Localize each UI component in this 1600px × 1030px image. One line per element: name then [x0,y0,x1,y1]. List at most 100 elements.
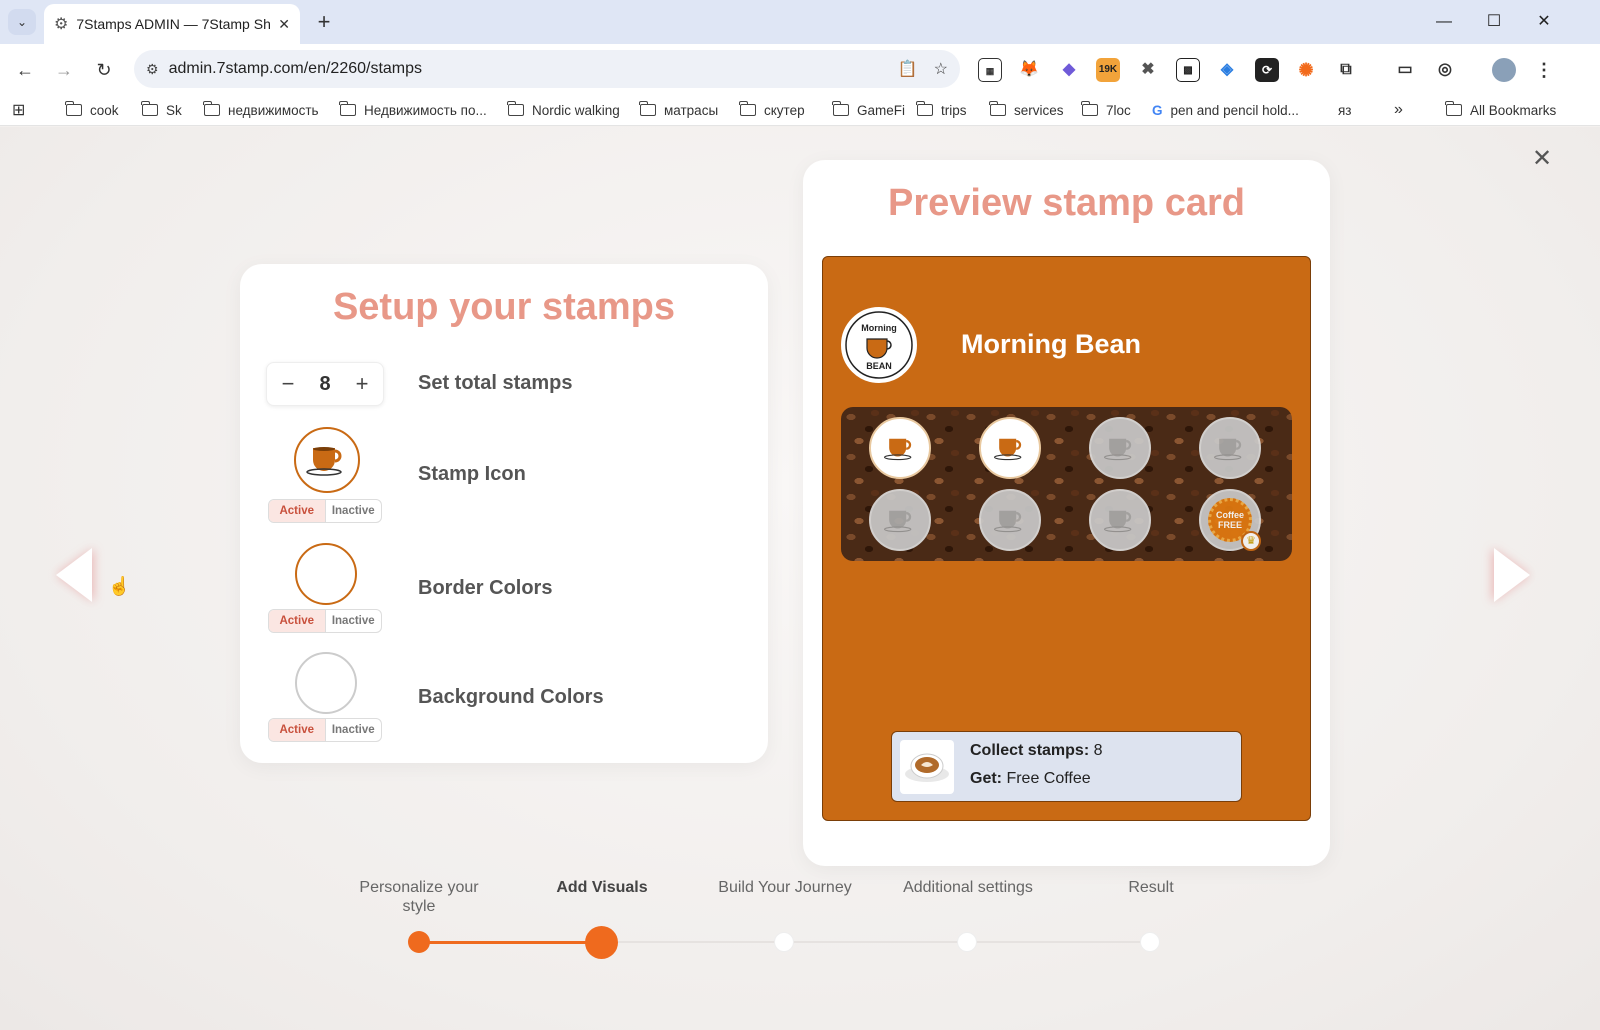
progress-track-completed [419,941,602,944]
stamp-icon-toggle[interactable]: Active Inactive [268,499,382,523]
background-color-swatch[interactable] [295,652,357,714]
screenshot-icon[interactable]: ◎ [1433,58,1457,82]
step-dot-current[interactable] [585,926,618,959]
folder-icon [639,101,656,116]
bookmark-folder[interactable]: скутер [739,100,805,120]
step-dot-completed[interactable] [408,931,430,953]
next-arrow-icon[interactable] [1478,540,1538,610]
url-text[interactable]: admin.7stamp.com/en/2260/stamps [169,60,882,78]
more-bookmarks-icon[interactable]: » [1394,100,1403,120]
maximize-button[interactable]: ☐ [1474,8,1514,36]
tag-extension-icon[interactable]: ◈ [1215,58,1239,82]
cast-icon[interactable]: ▭ [1393,58,1417,82]
preview-card: Preview stamp card Morning BEAN Morning … [803,160,1330,866]
more-menu-icon[interactable]: ⋮ [1532,58,1556,82]
reload-icon[interactable]: ↻ [90,56,118,84]
inactive-option[interactable]: Inactive [326,719,382,741]
inactive-option[interactable]: Inactive [326,610,382,632]
increment-button[interactable]: + [351,371,373,397]
stamp-icon-preview[interactable] [294,427,360,493]
step-label-personalize[interactable]: Personalize your style [349,878,489,916]
folder-icon [989,101,1006,116]
decrement-button[interactable]: − [277,371,299,397]
extension-diamond-icon[interactable]: ◆ [1057,58,1081,82]
step-label-additional-settings[interactable]: Additional settings [898,878,1038,897]
latte-image [900,740,954,794]
bookmark-folder[interactable]: GameFi [832,100,905,120]
folder-icon [1445,101,1462,116]
site-settings-icon[interactable]: ⚙ [146,61,159,78]
clipboard-icon[interactable]: 📋 [898,59,918,79]
coffee-cup-icon [883,510,912,533]
profile-avatar[interactable] [1492,58,1516,82]
stamp-slot-empty [1089,417,1151,479]
bookmark-folder[interactable]: 7loc [1081,100,1131,120]
step-label-add-visuals[interactable]: Add Visuals [532,878,672,897]
step-dot-upcoming[interactable] [957,932,977,952]
coffee-cup-icon [1103,510,1132,533]
coffee-cup-icon [1213,438,1242,461]
bookmark-folder[interactable]: cook [65,100,119,120]
bookmarks-bar: ⊞ cook Sk недвижимость Недвижимость по..… [0,94,1600,126]
stamp-card: Morning BEAN Morning Bean Coffee FREE ♛ … [822,256,1311,821]
coffee-cup-icon [993,510,1022,533]
inactive-option[interactable]: Inactive [326,500,382,522]
active-option[interactable]: Active [269,610,326,632]
folder-icon [916,101,933,116]
back-icon[interactable]: ← [11,56,39,84]
page-content: ✕ ☝ Setup your stamps − 8 + Set total st… [0,127,1600,1030]
active-option[interactable]: Active [269,719,326,741]
browser-tab[interactable]: ⚙ 7Stamps ADMIN — 7Stamp Sh ✕ [44,4,300,44]
bookmark-folder[interactable]: матрасы [639,100,718,120]
total-stamps-stepper[interactable]: − 8 + [266,362,384,406]
bookmark-folder[interactable]: Недвижимость по... [339,100,487,120]
metamask-icon[interactable]: 🦊 [1017,58,1041,82]
bookmark-folder[interactable]: trips [916,100,967,120]
bookmark-star-icon[interactable]: ☆ [934,59,948,79]
background-color-toggle[interactable]: Active Inactive [268,718,382,742]
close-tab-icon[interactable]: ✕ [278,16,290,33]
bookmark-link[interactable]: Gpen and pencil hold... [1152,100,1299,120]
puzzle-extensions-icon[interactable]: ⧉ [1334,58,1358,82]
tab-search-button[interactable]: ⌄ [8,9,36,35]
address-bar[interactable]: ⚙ admin.7stamp.com/en/2260/stamps 📋 ☆ [134,50,960,88]
background-colors-label: Background Colors [418,686,604,708]
apps-grid-icon[interactable]: ⊞ [12,100,25,120]
stamp-slot-empty [1199,417,1261,479]
close-window-button[interactable]: ✕ [1524,8,1564,36]
sync-extension-icon[interactable]: ⟳ [1255,58,1279,82]
border-color-toggle[interactable]: Active Inactive [268,609,382,633]
bookmark-link[interactable]: яз [1338,100,1352,120]
border-color-swatch[interactable] [295,543,357,605]
step-dot-upcoming[interactable] [1140,932,1160,952]
qr-extension-icon[interactable]: ▦ [978,58,1002,82]
active-option[interactable]: Active [269,500,326,522]
logo-text-top: Morning [861,323,897,333]
step-label-result[interactable]: Result [1081,878,1221,897]
step-label-build-journey[interactable]: Build Your Journey [715,878,855,897]
stamps-grid: Coffee FREE ♛ [841,407,1292,561]
extension-counter-icon[interactable]: 19K [1096,58,1120,82]
qr-code-icon[interactable]: ▩ [1176,58,1200,82]
new-tab-button[interactable]: + [310,8,338,36]
bookmark-folder[interactable]: недвижимость [203,100,319,120]
logo-text-bottom: BEAN [866,361,892,371]
forward-icon[interactable]: → [50,56,78,84]
chevron-down-icon: ⌄ [16,15,28,29]
all-bookmarks-folder[interactable]: All Bookmarks [1445,100,1556,120]
folder-icon [1081,101,1098,116]
bookmark-folder[interactable]: Nordic walking [507,100,620,120]
sun-extension-icon[interactable]: ✺ [1294,58,1318,82]
minimize-button[interactable]: — [1424,8,1464,36]
total-stamps-value[interactable]: 8 [319,373,330,396]
close-icon[interactable]: ✕ [1528,145,1556,173]
bookmark-folder[interactable]: Sk [141,100,182,120]
get-line: Get: Free Coffee [970,770,1091,787]
bookmark-folder[interactable]: services [989,100,1064,120]
trophy-icon: ♛ [1241,531,1261,551]
browser-toolbar: ← → ↻ ⚙ admin.7stamp.com/en/2260/stamps … [0,44,1600,94]
step-dot-upcoming[interactable] [774,932,794,952]
extension-x-icon[interactable]: ✖ [1136,58,1160,82]
folder-icon [141,101,158,116]
previous-arrow-icon[interactable] [48,540,108,610]
